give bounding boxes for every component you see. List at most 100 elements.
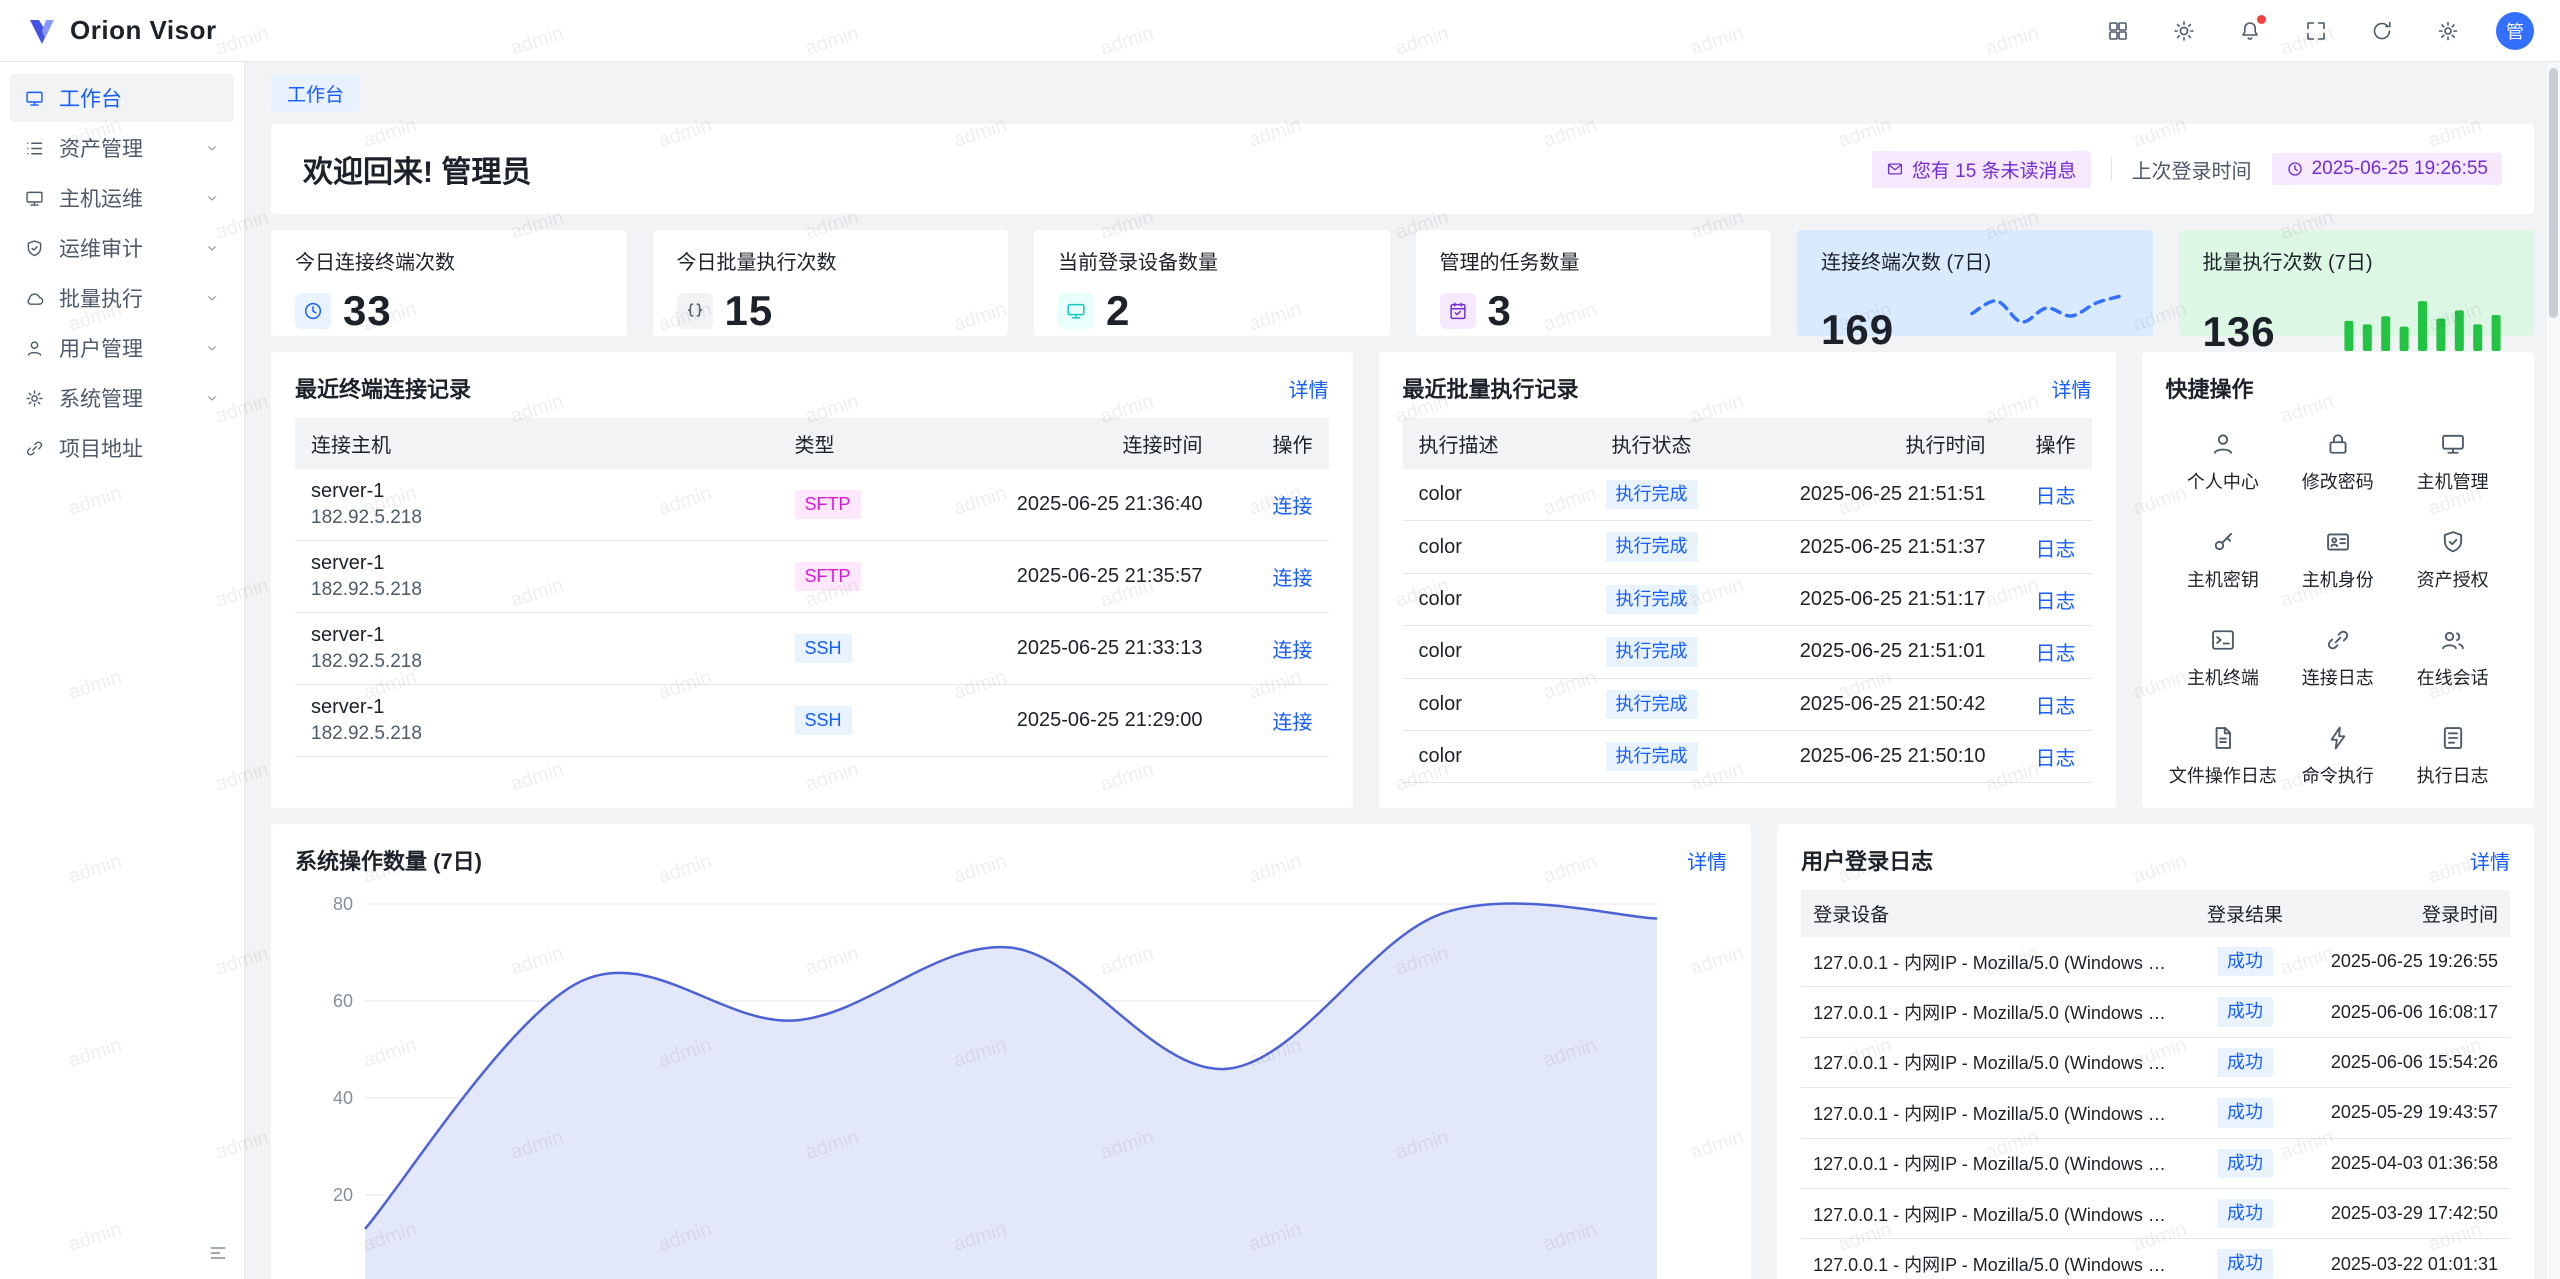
sidebar-item-host-ops[interactable]: 主机运维 xyxy=(10,174,234,222)
terminal-7d-sparkline xyxy=(1964,285,2129,354)
table-row: color 执行完成 2025-06-25 21:50:42 日志 xyxy=(1403,678,2092,730)
stat-value: 33 xyxy=(343,287,392,335)
welcome-card: 欢迎回来! 管理员 您有 15 条未读消息 上次登录时间 2025-06-25 … xyxy=(271,124,2534,214)
apps-icon[interactable] xyxy=(2100,13,2136,49)
sidebar-item-project-link[interactable]: 项目地址 xyxy=(10,424,234,472)
sidebar-item-label: 运维审计 xyxy=(59,233,143,263)
settings-gear-icon[interactable] xyxy=(2430,13,2466,49)
system-operations-detail-link[interactable]: 详情 xyxy=(1687,846,1727,875)
quick-action-online-sessions[interactable]: 在线会话 xyxy=(2395,626,2510,690)
sidebar-item-ops-audit[interactable]: 运维审计 xyxy=(10,224,234,272)
host-name: server-1 xyxy=(311,552,763,575)
sidebar-item-asset-management[interactable]: 资产管理 xyxy=(10,124,234,172)
login-logs-panel: 用户登录日志 详情 登录设备 登录结果 登录时间 127.0.0.1 - 内网I… xyxy=(1777,824,2534,1279)
quick-action-file-operation-logs[interactable]: 文件操作日志 xyxy=(2166,724,2281,788)
login-device: 127.0.0.1 - 内网IP - Mozilla/5.0 (Windows … xyxy=(1801,987,2190,1037)
log-link[interactable]: 日志 xyxy=(2036,539,2076,561)
sidebar-item-label: 系统管理 xyxy=(59,383,143,413)
breadcrumb: 工作台 xyxy=(271,62,2534,124)
quick-action-connection-logs[interactable]: 连接日志 xyxy=(2280,626,2395,690)
col-time: 连接时间 xyxy=(919,418,1219,469)
batch-records-detail-link[interactable]: 详情 xyxy=(2052,374,2092,403)
chevron-down-icon xyxy=(204,190,220,206)
col-type: 类型 xyxy=(779,418,919,469)
sidebar-collapse-icon[interactable] xyxy=(202,1237,234,1269)
log-link[interactable]: 日志 xyxy=(2036,748,2076,770)
exec-time: 2025-06-25 21:51:01 xyxy=(1742,626,2002,678)
table-row: 127.0.0.1 - 内网IP - Mozilla/5.0 (Windows … xyxy=(1801,1088,2510,1138)
connect-link[interactable]: 连接 xyxy=(1273,712,1313,734)
fullscreen-icon[interactable] xyxy=(2298,13,2334,49)
monitor-icon xyxy=(1058,293,1094,329)
scrollbar-thumb[interactable] xyxy=(2549,68,2558,318)
sidebar: 工作台 资产管理 主机运维 运维审计 批量执行 用户管理 xyxy=(0,62,245,1279)
sidebar-item-user-management[interactable]: 用户管理 xyxy=(10,324,234,372)
batch-records-table: 执行描述 执行状态 执行时间 操作 color 执行完成 2025-06-25 … xyxy=(1403,418,2092,783)
table-row: color 执行完成 2025-06-25 21:50:10 日志 xyxy=(1403,730,2092,782)
sidebar-item-batch-execution[interactable]: 批量执行 xyxy=(10,274,234,322)
breadcrumb-item-workbench[interactable]: 工作台 xyxy=(271,75,360,112)
status-badge: 执行完成 xyxy=(1606,480,1698,509)
quick-action-execution-logs[interactable]: 执行日志 xyxy=(2395,724,2510,788)
quick-action-label: 连接日志 xyxy=(2302,664,2374,690)
batch-records-panel: 最近批量执行记录 详情 执行描述 执行状态 执行时间 操作 color 执行完 xyxy=(1379,352,2116,808)
shield-icon xyxy=(24,238,45,259)
host-name: server-1 xyxy=(311,624,763,647)
status-badge: 执行完成 xyxy=(1606,532,1698,561)
sidebar-item-system-management[interactable]: 系统管理 xyxy=(10,374,234,422)
scrollbar-track[interactable] xyxy=(2547,62,2560,1279)
log-link[interactable]: 日志 xyxy=(2036,486,2076,508)
quick-action-host-keys[interactable]: 主机密钥 xyxy=(2166,528,2281,592)
exec-desc: color xyxy=(1403,469,1562,521)
avatar[interactable]: 管 xyxy=(2496,12,2534,50)
topbar-actions: 管 xyxy=(2100,12,2534,50)
connect-link[interactable]: 连接 xyxy=(1273,568,1313,590)
theme-sun-icon[interactable] xyxy=(2166,13,2202,49)
quick-action-host-management[interactable]: 主机管理 xyxy=(2395,430,2510,494)
quick-action-asset-authorization[interactable]: 资产授权 xyxy=(2395,528,2510,592)
panel-title: 快捷操作 xyxy=(2166,372,2254,404)
sidebar-item-workbench[interactable]: 工作台 xyxy=(10,74,234,122)
login-device: 127.0.0.1 - 内网IP - Mozilla/5.0 (Windows … xyxy=(1801,937,2190,987)
quick-action-label: 主机管理 xyxy=(2417,468,2489,494)
table-row: 127.0.0.1 - 内网IP - Mozilla/5.0 (Windows … xyxy=(1801,1188,2510,1238)
sidebar-item-label: 工作台 xyxy=(59,83,122,113)
col-action: 操作 xyxy=(1219,418,1329,469)
stat-value: 3 xyxy=(1488,287,1512,335)
log-link[interactable]: 日志 xyxy=(2036,696,2076,718)
connect-link[interactable]: 连接 xyxy=(1273,496,1313,518)
unread-messages-badge[interactable]: 您有 15 条未读消息 xyxy=(1872,151,2091,188)
chevron-down-icon xyxy=(204,390,220,406)
quick-action-host-identity[interactable]: 主机身份 xyxy=(2280,528,2395,592)
exec-time: 2025-06-25 21:50:42 xyxy=(1742,678,2002,730)
exec-desc: color xyxy=(1403,730,1562,782)
quick-action-command-execution[interactable]: 命令执行 xyxy=(2280,724,2395,788)
lock-icon xyxy=(2324,430,2352,458)
quick-action-change-password[interactable]: 修改密码 xyxy=(2280,430,2395,494)
table-row: color 执行完成 2025-06-25 21:51:51 日志 xyxy=(1403,469,2092,521)
connect-link[interactable]: 连接 xyxy=(1273,640,1313,662)
clock-icon xyxy=(2286,160,2304,178)
stat-label: 今日连接终端次数 xyxy=(295,246,603,275)
user-icon xyxy=(2209,430,2237,458)
stat-card-terminal-7d: 连接终端次数 (7日) 169 xyxy=(1797,230,2153,336)
sidebar-item-label: 主机运维 xyxy=(59,183,143,213)
terminal-records-detail-link[interactable]: 详情 xyxy=(1289,374,1329,403)
system-operations-panel: 系统操作数量 (7日) 详情 0204060802025-06-192025-0… xyxy=(271,824,1751,1279)
login-logs-detail-link[interactable]: 详情 xyxy=(2470,846,2510,875)
log-link[interactable]: 日志 xyxy=(2036,591,2076,613)
quick-action-host-terminal[interactable]: 主机终端 xyxy=(2166,626,2281,690)
login-device: 127.0.0.1 - 内网IP - Mozilla/5.0 (Windows … xyxy=(1801,1088,2190,1138)
link-icon xyxy=(2324,626,2352,654)
status-badge: 执行完成 xyxy=(1606,690,1698,719)
chevron-down-icon xyxy=(204,240,220,256)
quick-action-personal-center[interactable]: 个人中心 xyxy=(2166,430,2281,494)
refresh-icon[interactable] xyxy=(2364,13,2400,49)
monitor-icon xyxy=(24,188,45,209)
type-badge: SFTP xyxy=(795,562,861,591)
stat-card-batch-7d: 批量执行次数 (7日) 136 xyxy=(2179,230,2535,336)
notification-bell-icon[interactable] xyxy=(2232,13,2268,49)
table-row: server-1182.92.5.218 SSH 2025-06-25 21:3… xyxy=(295,613,1329,685)
host-ip: 182.92.5.218 xyxy=(311,579,763,601)
log-link[interactable]: 日志 xyxy=(2036,643,2076,665)
